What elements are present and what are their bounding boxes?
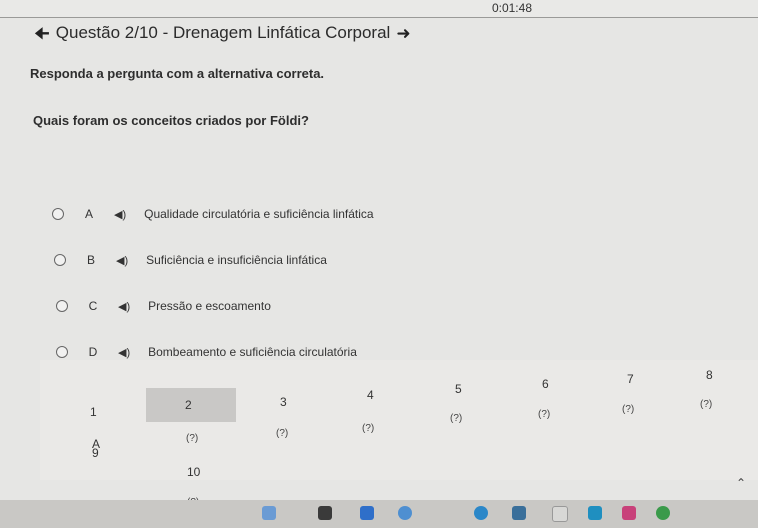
- taskbar-app-icon[interactable]: [622, 506, 636, 520]
- option-c[interactable]: C ◀) Pressão e escoamento: [56, 299, 271, 313]
- grid-number-2[interactable]: 2: [185, 398, 192, 412]
- question-title: Questão 2/10 - Drenagem Linfática Corpor…: [55, 23, 391, 42]
- prev-question-arrow-icon[interactable]: 🠈: [34, 25, 50, 42]
- taskbar-app-icon[interactable]: [398, 506, 412, 520]
- taskbar-app-icon[interactable]: [552, 506, 568, 522]
- grid-number-6[interactable]: 6: [542, 377, 549, 391]
- speaker-icon[interactable]: ◀): [118, 346, 130, 359]
- taskbar-app-icon[interactable]: [318, 506, 332, 520]
- taskbar: [0, 500, 758, 528]
- speaker-icon[interactable]: ◀): [118, 300, 130, 313]
- grid-answer-4: (?): [362, 423, 375, 434]
- grid-answer-5: (?): [450, 413, 463, 424]
- grid-answer-2: (?): [186, 433, 199, 444]
- radio-c[interactable]: [56, 300, 68, 312]
- taskbar-app-icon[interactable]: [360, 506, 374, 520]
- grid-number-8[interactable]: 8: [706, 368, 713, 382]
- timer: 0:01:48: [491, 1, 532, 15]
- option-a[interactable]: A ◀) Qualidade circulatória e suficiênci…: [52, 207, 374, 221]
- instruction-text: Responda a pergunta com a alternativa co…: [30, 66, 325, 81]
- grid-answer-3: (?): [276, 428, 289, 439]
- option-text: Qualidade circulatória e suficiência lin…: [144, 207, 374, 221]
- grid-number-4[interactable]: 4: [367, 388, 374, 402]
- chevron-up-icon[interactable]: ⌃: [736, 476, 746, 490]
- grid-number-3[interactable]: 3: [280, 395, 287, 409]
- taskbar-app-icon[interactable]: [474, 506, 488, 520]
- option-text: Bombeamento e suficiência circulatória: [148, 345, 357, 359]
- option-letter: D: [88, 345, 98, 359]
- next-question-arrow-icon[interactable]: ➜: [396, 25, 410, 42]
- taskbar-app-icon[interactable]: [656, 506, 670, 520]
- grid-answer-1: A: [92, 437, 101, 451]
- option-letter: B: [86, 253, 95, 267]
- taskbar-app-icon[interactable]: [588, 506, 602, 520]
- radio-a[interactable]: [52, 208, 64, 220]
- speaker-icon[interactable]: ◀): [114, 208, 126, 221]
- speaker-icon[interactable]: ◀): [116, 254, 128, 267]
- option-b[interactable]: B ◀) Suficiência e insuficiência linfáti…: [54, 253, 327, 267]
- option-d[interactable]: D ◀) Bombeamento e suficiência circulató…: [56, 345, 357, 359]
- option-text: Pressão e escoamento: [148, 299, 271, 313]
- grid-number-1[interactable]: 1: [90, 405, 97, 419]
- top-bar: 0:01:48: [0, 0, 758, 18]
- grid-answer-6: (?): [538, 409, 551, 420]
- grid-number-7[interactable]: 7: [627, 372, 634, 386]
- grid-number-10[interactable]: 10: [187, 465, 200, 479]
- taskbar-app-icon[interactable]: [262, 506, 276, 520]
- grid-answer-7: (?): [622, 404, 635, 415]
- option-text: Suficiência e insuficiência linfática: [146, 253, 327, 267]
- taskbar-app-icon[interactable]: [512, 506, 526, 520]
- option-letter: A: [84, 207, 93, 221]
- option-letter: C: [88, 299, 98, 313]
- question-text: Quais foram os conceitos criados por Föl…: [33, 113, 309, 128]
- grid-answer-8: (?): [700, 399, 713, 410]
- question-header: 🠈 Questão 2/10 - Drenagem Linfática Corp…: [34, 20, 411, 46]
- grid-number-5[interactable]: 5: [455, 382, 462, 396]
- radio-d[interactable]: [56, 346, 68, 358]
- radio-b[interactable]: [54, 254, 66, 266]
